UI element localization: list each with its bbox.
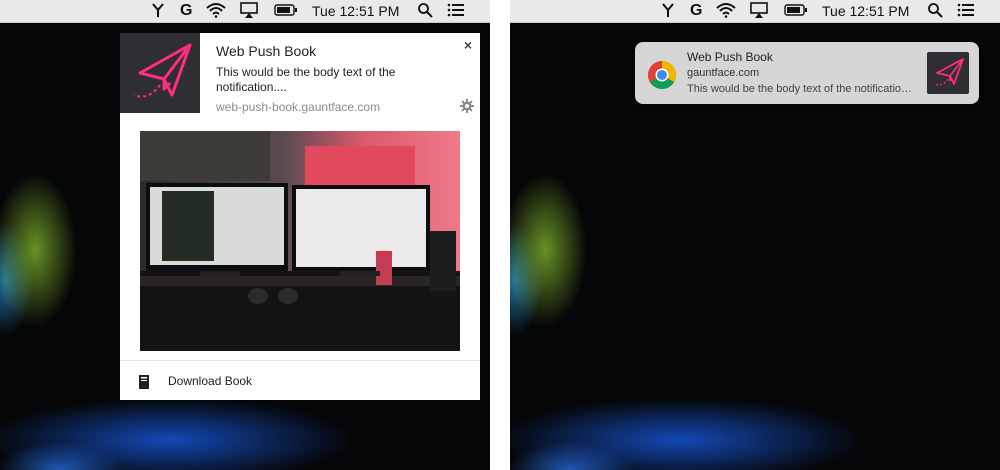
gear-icon[interactable]	[460, 99, 474, 118]
menu-bar: G Tue 12:51 PM	[510, 0, 1000, 23]
grammarly-icon[interactable]: G	[180, 2, 192, 20]
notification-image	[140, 131, 460, 351]
download-book-label: Download Book	[168, 374, 253, 388]
spotlight-search-icon[interactable]	[417, 2, 433, 20]
paper-plane-icon	[934, 58, 964, 86]
app-fork-icon[interactable]	[660, 2, 676, 20]
paper-plane-icon	[133, 43, 192, 98]
banner-body: This would be the body text of the notif…	[687, 83, 913, 95]
menubar-clock[interactable]: Tue 12:51 PM	[822, 2, 909, 20]
battery-icon[interactable]	[274, 2, 298, 20]
download-book-button[interactable]: Download Book	[120, 361, 480, 400]
grammarly-icon[interactable]: G	[690, 2, 702, 20]
airplay-icon[interactable]	[240, 2, 258, 20]
notification-origin: web-push-book.gauntface.com	[216, 100, 381, 114]
notification-body: This would be the body text of the notif…	[216, 65, 396, 94]
chrome-notification[interactable]: Web Push Book This would be the body tex…	[120, 33, 480, 400]
notification-title: Web Push Book	[216, 43, 317, 59]
desktop-left: G Tue 12:51 PM Web Push Book This would …	[0, 0, 490, 470]
wifi-icon[interactable]	[716, 2, 736, 20]
mac-notification-banner[interactable]: Web Push Book gauntface.com This would b…	[635, 42, 979, 104]
app-fork-icon[interactable]	[150, 2, 166, 20]
spotlight-search-icon[interactable]	[927, 2, 943, 20]
notification-center-icon[interactable]	[957, 2, 975, 20]
airplay-icon[interactable]	[750, 2, 768, 20]
book-icon	[138, 375, 150, 394]
close-icon[interactable]: ×	[464, 37, 472, 53]
battery-icon[interactable]	[784, 2, 808, 20]
notification-center-icon[interactable]	[447, 2, 465, 20]
desktop-right: G Tue 12:51 PM Web Push Book gauntface.c…	[510, 0, 1000, 470]
banner-title: Web Push Book	[687, 50, 773, 64]
desk-monitors-photo	[140, 131, 460, 351]
chrome-icon	[647, 60, 677, 95]
banner-thumbnail	[927, 52, 969, 94]
wifi-icon[interactable]	[206, 2, 226, 20]
menu-bar: G Tue 12:51 PM	[0, 0, 490, 23]
menubar-clock[interactable]: Tue 12:51 PM	[312, 2, 399, 20]
notification-icon	[120, 33, 200, 113]
banner-site: gauntface.com	[687, 67, 760, 79]
